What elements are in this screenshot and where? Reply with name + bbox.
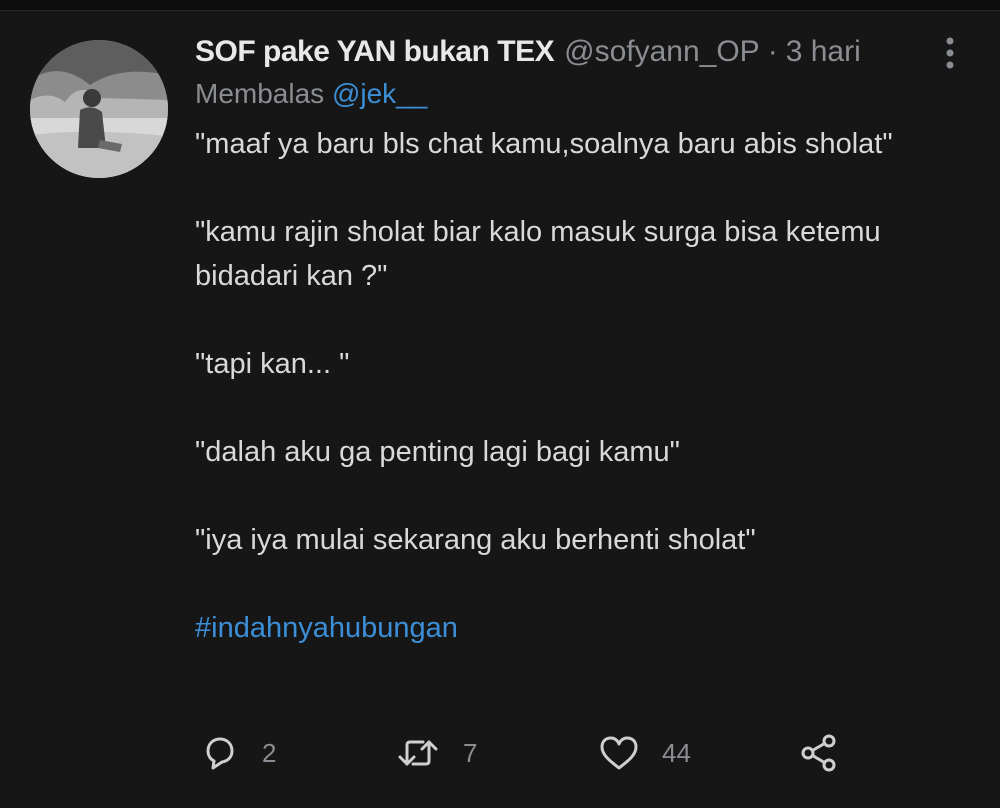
replying-prefix: Membalas xyxy=(195,78,325,109)
avatar-image xyxy=(30,40,168,178)
reply-button[interactable]: 2 xyxy=(200,728,276,778)
like-button[interactable]: 44 xyxy=(598,728,691,778)
tweet-paragraph: "dalah aku ga penting lagi bagi kamu" xyxy=(195,436,680,468)
tweet-paragraph: "tapi kan... " xyxy=(195,348,350,380)
share-icon xyxy=(801,734,836,772)
replying-mention-link[interactable]: @jek__ xyxy=(332,78,427,109)
user-handle[interactable]: @sofyann_OP xyxy=(564,35,760,69)
replying-to: Membalas @jek__ xyxy=(195,78,975,122)
timestamp[interactable]: 3 hari xyxy=(786,35,861,69)
tweet-text: "maaf ya baru bls chat kamu,soalnya baru… xyxy=(195,122,975,562)
tweet-paragraph: "kamu rajin sholat biar kalo masuk surga… xyxy=(195,216,881,292)
share-button[interactable] xyxy=(798,728,840,778)
display-name[interactable]: SOF pake YAN bukan TEX xyxy=(195,35,555,69)
hashtag-link[interactable]: #indahnyahubungan xyxy=(195,606,975,650)
avatar[interactable] xyxy=(30,40,168,178)
separator-dot: · xyxy=(767,35,778,68)
retweet-button[interactable]: 7 xyxy=(395,728,477,778)
more-vertical-icon xyxy=(946,37,954,69)
reply-icon xyxy=(206,737,234,770)
tweet-paragraph: "iya iya mulai sekarang aku berhenti sho… xyxy=(195,524,756,556)
heart-icon xyxy=(600,736,638,770)
tweet-actions: 2 7 44 xyxy=(200,728,900,778)
more-options-button[interactable] xyxy=(935,36,965,72)
retweet-icon xyxy=(398,740,438,766)
like-count: 44 xyxy=(662,737,691,768)
tweet-header: SOF pake YAN bukan TEX @sofyann_OP · 3 h… xyxy=(195,28,975,76)
tweet[interactable]: SOF pake YAN bukan TEX @sofyann_OP · 3 h… xyxy=(195,28,975,650)
retweet-count: 7 xyxy=(463,737,478,768)
tweet-paragraph: "maaf ya baru bls chat kamu,soalnya baru… xyxy=(195,128,893,160)
reply-count: 2 xyxy=(262,737,277,768)
top-divider xyxy=(0,0,1000,11)
